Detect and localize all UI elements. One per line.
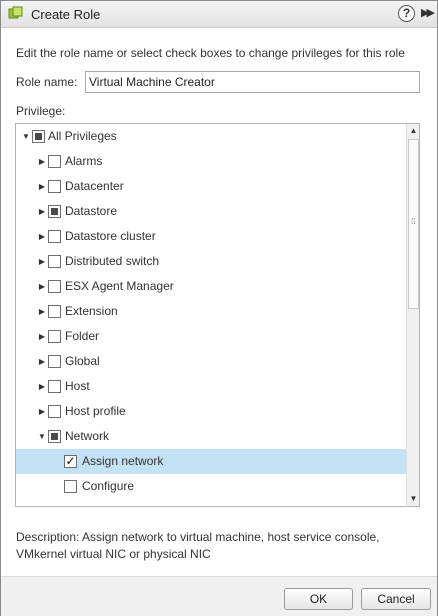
privilege-checkbox[interactable] <box>64 480 77 493</box>
privilege-tree-panel: ▼ All Privileges ▶ Alarms ▶ Datacenter ▶ Datast… <box>15 123 420 507</box>
role-name-input[interactable] <box>85 71 420 93</box>
privilege-label-text: Assign network <box>82 454 164 468</box>
privilege-checkbox[interactable] <box>48 355 61 368</box>
privilege-label-text: Host profile <box>65 404 126 418</box>
tree-row[interactable]: ▶ Distributed switch <box>16 249 406 274</box>
privilege-checkbox[interactable] <box>48 280 61 293</box>
expand-arrow-icon[interactable]: ▶ <box>36 324 48 349</box>
privilege-label-text: Alarms <box>65 154 103 168</box>
scroll-grip-icon: ⁞⁞ <box>411 217 416 226</box>
privilege-tree: ▼ All Privileges ▶ Alarms ▶ Datacenter ▶ Datast… <box>16 124 406 506</box>
collapse-arrow-icon[interactable]: ▼ <box>20 124 32 149</box>
privilege-checkbox[interactable] <box>48 330 61 343</box>
tree-row[interactable]: ▶ Datastore <box>16 199 406 224</box>
tree-row[interactable]: ▶ Host profile <box>16 399 406 424</box>
privilege-checkbox[interactable] <box>48 155 61 168</box>
privilege-description: Description: Assign network to virtual m… <box>16 530 380 561</box>
vsphere-role-icon <box>8 6 23 21</box>
privilege-checkbox[interactable]: ✓ <box>64 455 77 468</box>
expand-arrow-icon[interactable]: ▶ <box>36 299 48 324</box>
tree-row[interactable]: ✓ Assign network <box>16 449 406 474</box>
collapse-arrow-icon[interactable]: ▼ <box>36 424 48 449</box>
tree-row[interactable]: ▶ Datastore cluster <box>16 224 406 249</box>
tree-row[interactable]: ▶ ESX Agent Manager <box>16 274 406 299</box>
vertical-scrollbar[interactable]: ▲ ⁞⁞ ▼ <box>406 124 419 506</box>
scroll-up-arrow-icon[interactable]: ▲ <box>407 124 419 138</box>
create-role-dialog: Create Role ? ▶▶ Edit the role name or s… <box>0 0 438 616</box>
expand-arrow-icon[interactable]: ▶ <box>36 174 48 199</box>
tree-row[interactable]: ▶ Extension <box>16 299 406 324</box>
expand-arrow-icon[interactable]: ▶ <box>36 149 48 174</box>
privilege-checkbox[interactable] <box>48 405 61 418</box>
title-bar: Create Role ? ▶▶ <box>1 1 437 28</box>
privilege-checkbox[interactable] <box>48 430 61 443</box>
privilege-label-text: Datastore <box>65 204 118 218</box>
expand-arrow-icon[interactable]: ▶ <box>36 374 48 399</box>
tree-row[interactable]: ▶ Global <box>16 349 406 374</box>
privilege-label-text: ESX Agent Manager <box>65 279 174 293</box>
privilege-checkbox[interactable] <box>48 230 61 243</box>
privilege-label-text: Distributed switch <box>65 254 160 268</box>
dialog-footer: OK Cancel <box>1 576 437 616</box>
expand-arrow-icon[interactable]: ▶ <box>36 249 48 274</box>
privilege-checkbox[interactable] <box>48 380 61 393</box>
tree-row[interactable]: Configure <box>16 474 406 499</box>
privilege-checkbox[interactable] <box>32 130 45 143</box>
privilege-checkbox[interactable] <box>48 255 61 268</box>
ok-button[interactable]: OK <box>284 588 353 610</box>
privilege-checkbox[interactable] <box>48 305 61 318</box>
privilege-label-text: Host <box>65 379 90 393</box>
expand-arrow-icon[interactable]: ▶ <box>36 274 48 299</box>
scroll-down-arrow-icon[interactable]: ▼ <box>407 492 419 506</box>
expand-arrow-icon[interactable]: ▶ <box>36 199 48 224</box>
tree-row[interactable]: ▶ Datacenter <box>16 174 406 199</box>
tree-row[interactable]: ▶ Host <box>16 374 406 399</box>
privilege-checkbox[interactable] <box>48 205 61 218</box>
dialog-title: Create Role <box>31 7 101 22</box>
expand-icon[interactable]: ▶▶ <box>421 6 435 19</box>
privilege-checkbox[interactable] <box>48 180 61 193</box>
expand-arrow-icon[interactable]: ▶ <box>36 224 48 249</box>
privilege-label: Privilege: <box>16 104 66 118</box>
privilege-label-text: All Privileges <box>48 129 117 143</box>
tree-row[interactable]: ▼ Network <box>16 424 406 449</box>
expand-arrow-icon[interactable]: ▶ <box>36 349 48 374</box>
privilege-label-text: Folder <box>65 329 100 343</box>
privilege-label-text: Network <box>65 429 110 443</box>
privilege-label-text: Global <box>65 354 100 368</box>
privilege-label-text: Datastore cluster <box>65 229 156 243</box>
tree-row[interactable]: ▶ Alarms <box>16 149 406 174</box>
cancel-button[interactable]: Cancel <box>361 588 431 610</box>
privilege-label-text: Extension <box>65 304 118 318</box>
help-icon[interactable]: ? <box>398 5 415 22</box>
privilege-label-text: Configure <box>82 479 135 493</box>
tree-row[interactable]: ▼ All Privileges <box>16 124 406 149</box>
scrollbar-thumb[interactable]: ⁞⁞ <box>408 139 419 309</box>
instructions-text: Edit the role name or select check boxes… <box>16 46 405 60</box>
tree-row[interactable]: ▶ Folder <box>16 324 406 349</box>
role-name-label: Role name: <box>16 75 78 89</box>
privilege-label-text: Datacenter <box>65 179 124 193</box>
expand-arrow-icon[interactable]: ▶ <box>36 399 48 424</box>
